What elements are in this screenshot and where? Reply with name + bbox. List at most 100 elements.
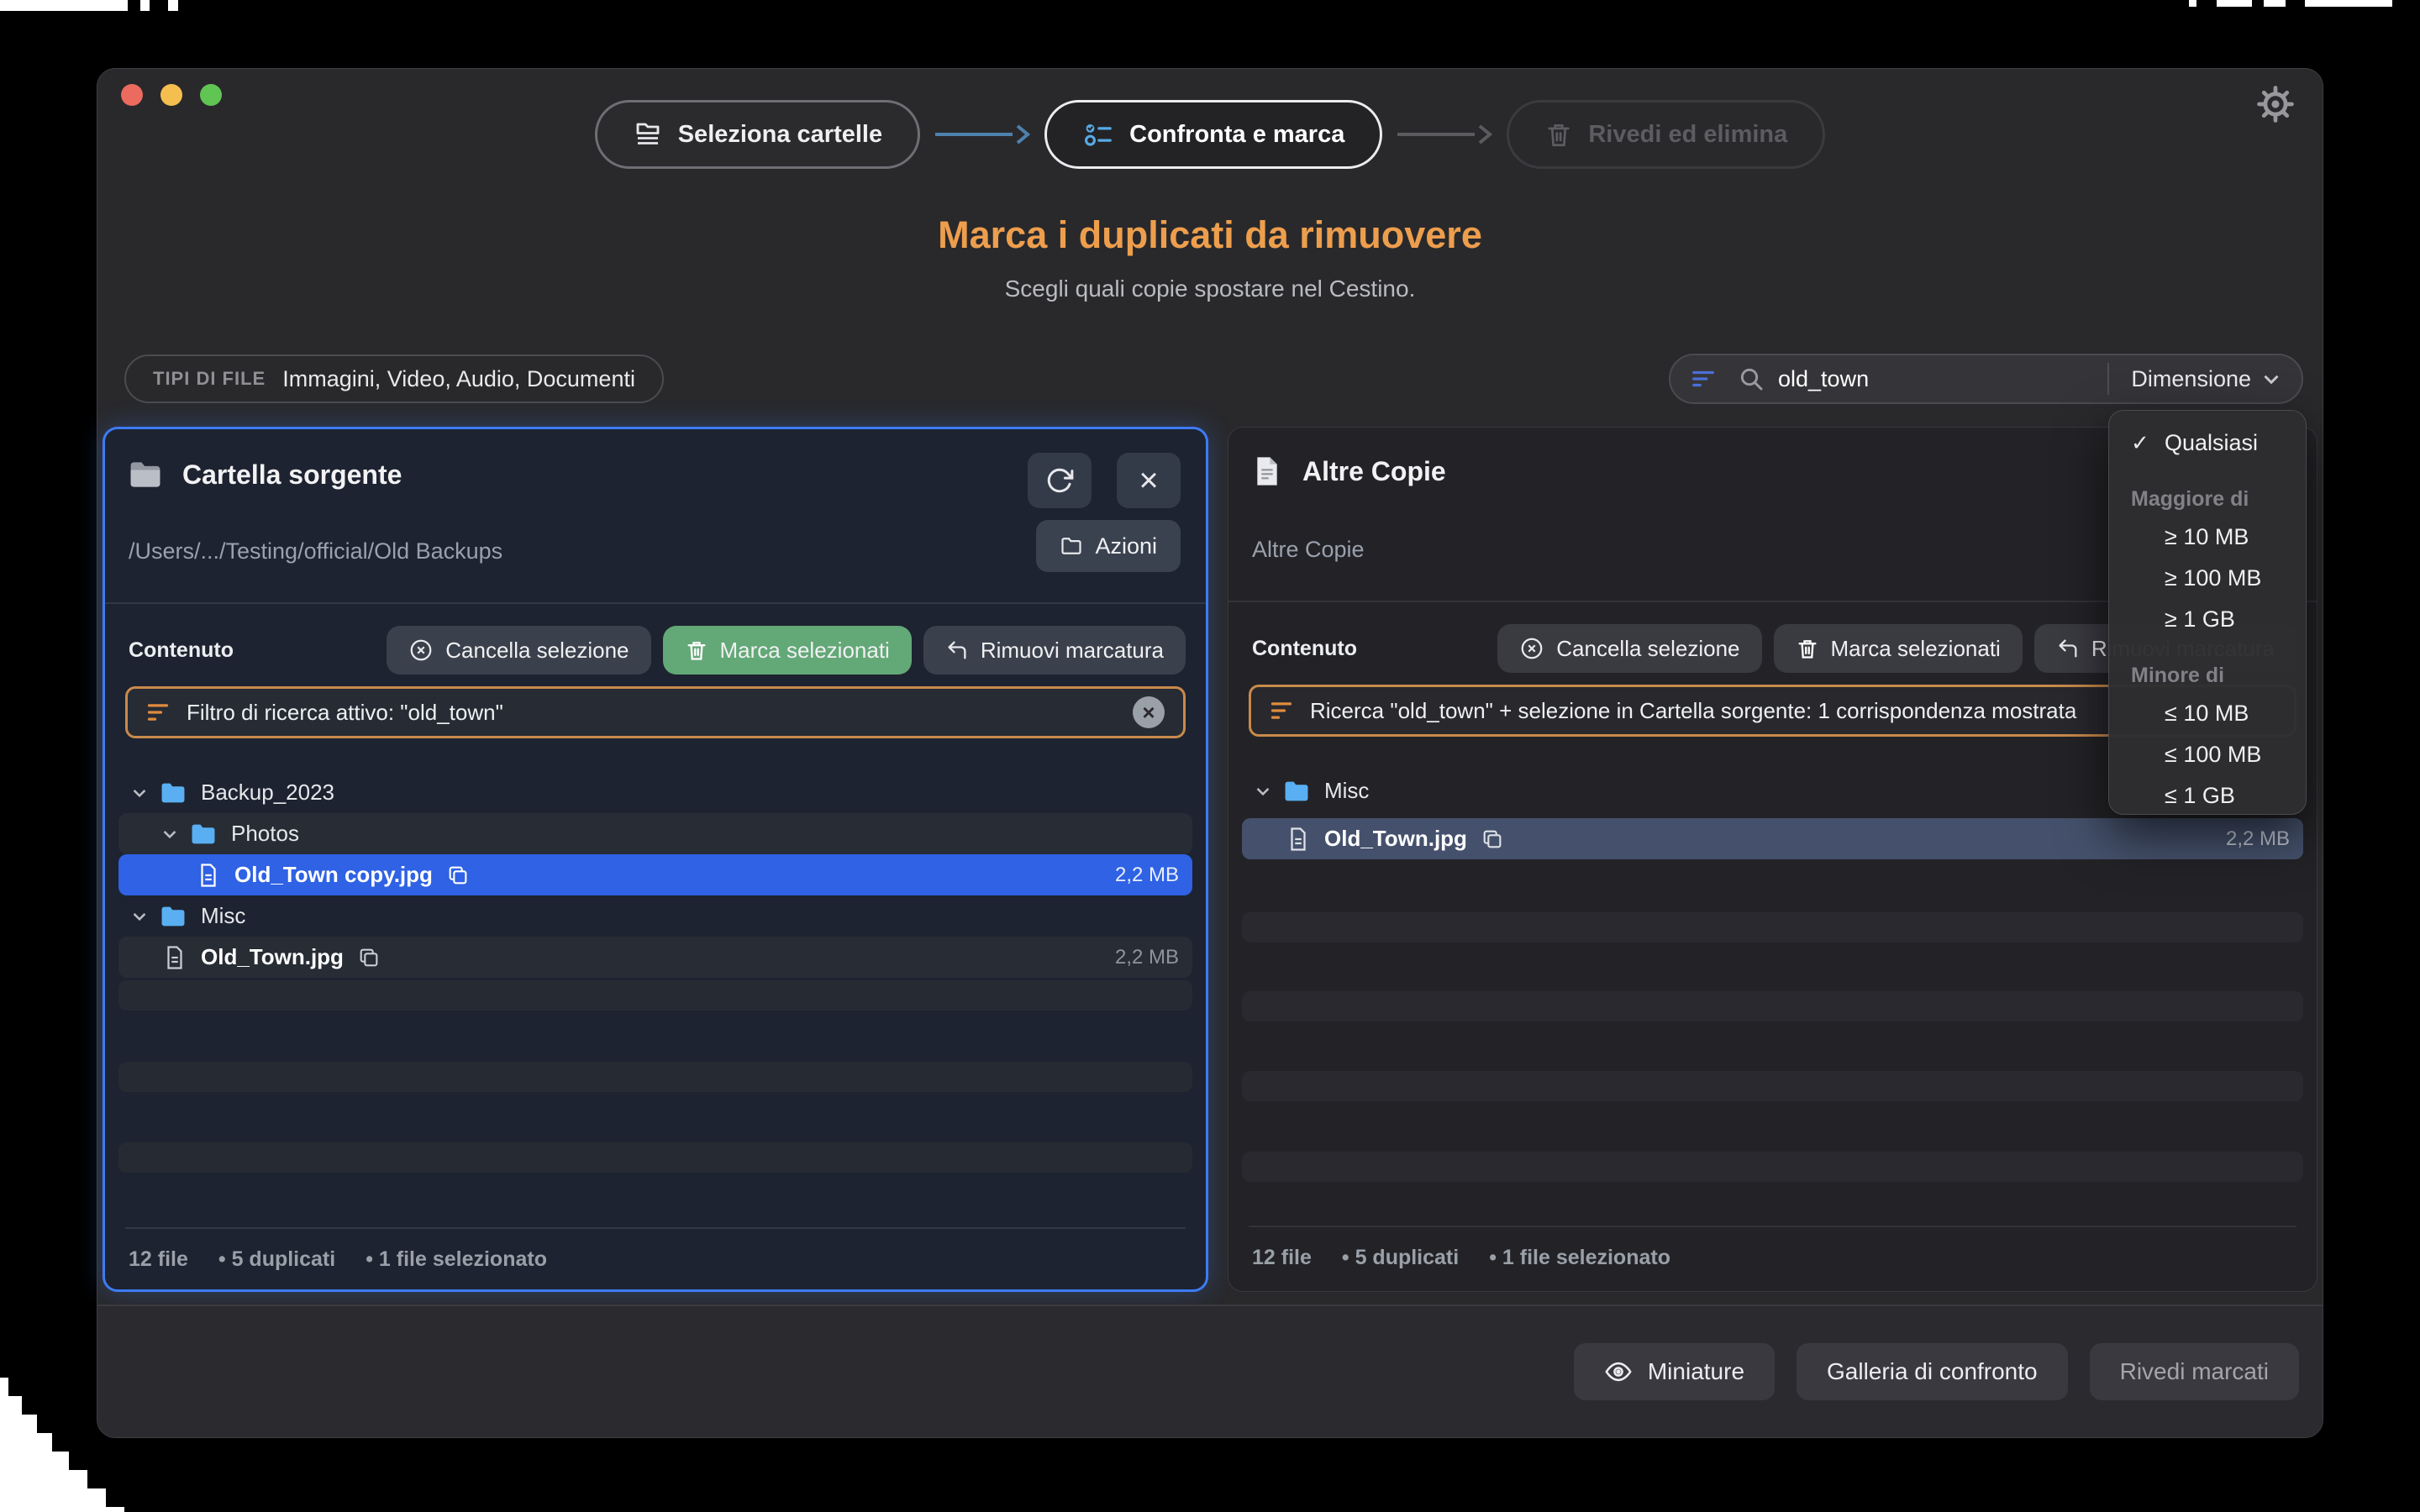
checklist-icon: [1082, 118, 1114, 150]
chevron-expand-icon: [133, 790, 146, 798]
notice-text: Filtro di ricerca attivo: "old_town": [187, 699, 503, 725]
size-filter-label: Dimensione: [2131, 365, 2251, 391]
divider: [125, 1227, 1186, 1229]
folder-icon: [130, 462, 160, 487]
panel-title-row: Altre Copie: [1250, 454, 1446, 488]
eye-icon: [1605, 1362, 1632, 1382]
tree-row-file[interactable]: Old_Town.jpg 2,2 MB: [118, 937, 1192, 978]
clear-selection-button[interactable]: Cancella selezione: [387, 626, 651, 675]
actions-button[interactable]: Azioni: [1036, 520, 1181, 572]
cancel-circle-icon: [1521, 638, 1543, 659]
stat-duplicates: • 5 duplicati: [1341, 1246, 1460, 1269]
folder-icon: [192, 824, 215, 843]
tree-row-folder[interactable]: Misc: [118, 895, 1192, 937]
search-bar: Dimensione: [1669, 354, 2303, 404]
clear-filter-button[interactable]: ×: [1133, 696, 1165, 728]
check-icon: ✓: [2131, 430, 2149, 455]
refresh-button[interactable]: [1028, 453, 1092, 508]
screen-glitch-top-right: [2305, 0, 2392, 7]
filter-icon: [1691, 366, 1716, 391]
content-toolbar: Contenuto Cancella selezione Marca selez…: [129, 626, 1186, 675]
divider: [105, 602, 1206, 604]
wizard-stepper: Seleziona cartelle Confronta e marca Riv…: [97, 100, 2323, 169]
trash-icon: [1544, 120, 1573, 149]
menu-item-ge-100mb[interactable]: ≥ 100 MB: [2109, 558, 2306, 599]
stat-files: 12 file: [129, 1247, 188, 1271]
chevron-expand-icon: [1256, 788, 1270, 796]
step-compare-mark[interactable]: Confronta e marca: [1044, 100, 1383, 169]
file-types-label: TIPI DI FILE: [153, 368, 266, 389]
empty-row: [1242, 1071, 2303, 1101]
panel-stats: 12 file • 5 duplicati • 1 file seleziona…: [1252, 1246, 1670, 1270]
unmark-button[interactable]: Rimuovi marcatura: [923, 626, 1186, 675]
menu-item-ge-1gb[interactable]: ≥ 1 GB: [2109, 599, 2306, 640]
close-panel-button[interactable]: ×: [1117, 453, 1181, 508]
step-select-folders[interactable]: Seleziona cartelle: [594, 100, 921, 169]
folders-icon: [633, 119, 663, 150]
screen-glitch-top-right: [2264, 0, 2286, 7]
file-types-value: Immagini, Video, Audio, Documenti: [282, 365, 635, 391]
chevron-expand-icon: [163, 831, 176, 839]
filter-icon: [1270, 702, 1292, 719]
page-subtitle: Scegli quali copie spostare nel Cestino.: [1004, 276, 1416, 302]
stepper-connector-inactive: [1397, 124, 1493, 144]
stepper-connector-active: [935, 124, 1031, 144]
comparison-gallery-button[interactable]: Galleria di confronto: [1797, 1343, 2068, 1400]
empty-row: [1242, 991, 2303, 1021]
trash-icon: [1798, 640, 1817, 659]
filter-icon: [147, 704, 169, 721]
empty-row: [118, 1142, 1192, 1173]
search-input[interactable]: [1778, 365, 2047, 392]
mark-selected-button[interactable]: Marca selezionati: [1773, 624, 2023, 673]
size-filter-dropdown-button[interactable]: Dimensione: [2109, 355, 2302, 402]
file-icon: [167, 945, 182, 969]
review-marked-button[interactable]: Rivedi marcati: [2089, 1343, 2299, 1400]
thumbnails-button[interactable]: Miniature: [1573, 1343, 1776, 1400]
divider: [1249, 1226, 2296, 1227]
folder-path: /Users/.../Testing/official/Old Backups: [129, 538, 503, 564]
menu-section-greater: Maggiore di: [2131, 487, 2249, 511]
size-filter-menu: ✓ Qualsiasi Maggiore di ≥ 10 MB ≥ 100 MB…: [2108, 410, 2307, 815]
panel-title: Altre Copie: [1302, 455, 1446, 486]
cancel-circle-icon: [410, 639, 432, 661]
stat-selected: • 1 file selezionato: [366, 1247, 547, 1271]
step-label: Seleziona cartelle: [677, 120, 883, 148]
panel-title: Cartella sorgente: [182, 459, 402, 490]
empty-row: [1242, 1152, 2303, 1182]
empty-row: [118, 980, 1192, 1011]
tree-row-folder[interactable]: Photos: [118, 813, 1192, 854]
clear-selection-button[interactable]: Cancella selezione: [1497, 624, 1762, 673]
file-types-chip[interactable]: TIPI DI FILE Immagini, Video, Audio, Doc…: [124, 354, 664, 403]
trash-icon: [687, 642, 706, 660]
file-icon: [201, 863, 216, 887]
step-label: Confronta e marca: [1129, 120, 1345, 148]
duplicate-copy-icon: [357, 946, 381, 969]
content-label: Contenuto: [129, 638, 234, 662]
refresh-icon: [1047, 468, 1074, 493]
panel-stats: 12 file • 5 duplicati • 1 file seleziona…: [129, 1247, 547, 1272]
folder-icon: [161, 783, 185, 802]
chevron-down-icon: [2264, 375, 2279, 384]
menu-item-le-100mb[interactable]: ≤ 100 MB: [2109, 734, 2306, 775]
screen-glitch-notch: [150, 0, 168, 11]
menu-item-any[interactable]: ✓ Qualsiasi: [2109, 423, 2306, 464]
folder-icon: [1061, 538, 1082, 554]
close-icon: ×: [1139, 462, 1159, 499]
menu-item-le-10mb[interactable]: ≤ 10 MB: [2109, 693, 2306, 734]
menu-item-le-1gb[interactable]: ≤ 1 GB: [2109, 775, 2306, 816]
step-label: Rivedi ed elimina: [1588, 120, 1788, 148]
notice-text: Ricerca "old_town" + selezione in Cartel…: [1310, 697, 2077, 723]
tree-row-file-match[interactable]: Old_Town.jpg 2,2 MB: [1242, 818, 2303, 859]
tree-row-folder[interactable]: Backup_2023: [118, 772, 1192, 813]
panel-title-row: Cartella sorgente: [127, 456, 402, 493]
mark-selected-button[interactable]: Marca selezionati: [662, 626, 912, 675]
menu-section-less: Minore di: [2131, 664, 2225, 687]
content-label: Contenuto: [1252, 636, 1357, 660]
screen-glitch-top-right: [2217, 0, 2252, 7]
chevron-expand-icon: [133, 913, 146, 921]
menu-item-ge-10mb[interactable]: ≥ 10 MB: [2109, 517, 2306, 558]
empty-row: [1242, 912, 2303, 942]
screen-glitch-top-right: [2189, 0, 2196, 7]
folder-icon: [161, 906, 185, 926]
tree-row-file-selected[interactable]: Old_Town copy.jpg 2,2 MB: [118, 854, 1192, 895]
